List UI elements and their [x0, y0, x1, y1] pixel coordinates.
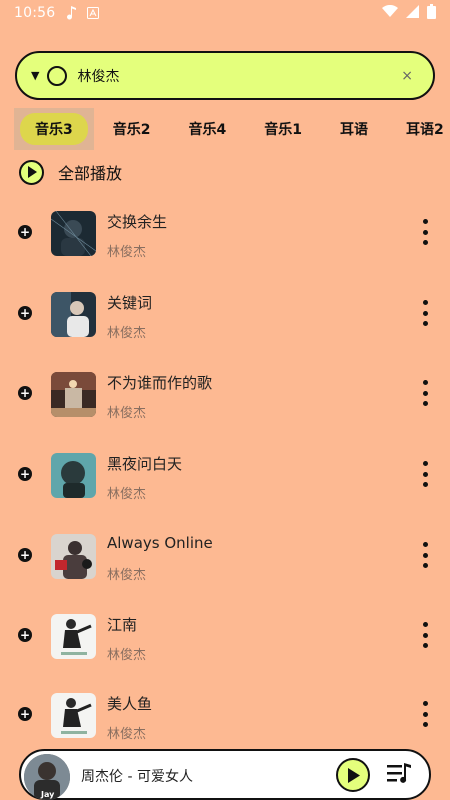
song-title: 美人鱼 — [107, 695, 153, 713]
battery-icon — [427, 3, 436, 23]
song-title: 关键词 — [107, 294, 153, 312]
tab-label: 音乐3 — [20, 113, 88, 145]
album-cover — [51, 292, 96, 337]
wifi-icon — [382, 4, 398, 21]
now-playing-title: 周杰伦 - 可爱女人 — [81, 769, 193, 785]
tab-whisper2[interactable]: 耳语2 — [387, 108, 450, 150]
source-tabs: 音乐3 音乐2 音乐4 音乐1 耳语 耳语2 — [14, 108, 450, 150]
song-title: 黑夜问白天 — [107, 455, 183, 473]
add-icon[interactable]: + — [18, 548, 32, 562]
song-title: 交换余生 — [107, 213, 168, 231]
add-icon[interactable]: + — [18, 386, 32, 400]
signal-icon — [406, 4, 419, 22]
song-artist: 林俊杰 — [107, 568, 147, 583]
tab-music2[interactable]: 音乐2 — [94, 108, 170, 150]
add-icon[interactable]: + — [18, 467, 32, 481]
dropdown-arrow-icon[interactable]: ▼ — [31, 69, 39, 82]
more-options-icon[interactable] — [417, 380, 433, 406]
more-options-icon[interactable] — [417, 219, 433, 245]
play-button[interactable] — [336, 758, 370, 792]
status-bar: 10:56 — [0, 0, 450, 26]
playlist-icon[interactable] — [387, 763, 413, 789]
song-title: 不为谁而作的歌 — [107, 374, 213, 392]
add-icon[interactable]: + — [18, 225, 32, 239]
add-icon[interactable]: + — [18, 628, 32, 642]
song-item[interactable]: + 江南 林俊杰 — [0, 614, 450, 694]
add-icon[interactable]: + — [18, 707, 32, 721]
song-item[interactable]: + 黑夜问白天 林俊杰 — [0, 453, 450, 533]
music-note-icon — [67, 6, 77, 20]
album-cover — [51, 614, 96, 659]
song-artist: 林俊杰 — [107, 326, 147, 341]
song-item[interactable]: + 交换余生 林俊杰 — [0, 211, 450, 291]
app-notification-icon — [87, 7, 100, 19]
song-artist: 林俊杰 — [107, 406, 147, 421]
more-options-icon[interactable] — [417, 542, 433, 568]
status-time: 10:56 — [14, 5, 56, 21]
album-cover — [51, 693, 96, 738]
more-options-icon[interactable] — [417, 622, 433, 648]
play-all-button[interactable]: 全部播放 — [19, 159, 122, 185]
album-cover — [51, 372, 96, 417]
tab-music1[interactable]: 音乐1 — [245, 108, 321, 150]
song-artist: 林俊杰 — [107, 648, 147, 663]
more-options-icon[interactable] — [417, 461, 433, 487]
search-bar[interactable]: ▼ 林俊杰 × — [15, 51, 435, 100]
tab-music3[interactable]: 音乐3 — [14, 108, 94, 150]
song-item[interactable]: + 关键词 林俊杰 — [0, 292, 450, 372]
song-artist: 林俊杰 — [107, 727, 147, 742]
mini-player[interactable]: Jay 周杰伦 - 可爱女人 — [19, 749, 431, 800]
more-options-icon[interactable] — [417, 300, 433, 326]
song-artist: 林俊杰 — [107, 245, 147, 260]
album-cover — [51, 453, 96, 498]
clear-icon[interactable]: × — [401, 68, 413, 84]
tab-whisper[interactable]: 耳语 — [321, 108, 387, 150]
tab-music4[interactable]: 音乐4 — [170, 108, 246, 150]
play-all-label: 全部播放 — [58, 164, 123, 183]
add-icon[interactable]: + — [18, 306, 32, 320]
now-playing-cover: Jay — [24, 754, 70, 800]
search-input[interactable]: 林俊杰 — [77, 66, 401, 86]
song-item[interactable]: + 不为谁而作的歌 林俊杰 — [0, 372, 450, 452]
source-circle-icon — [47, 65, 68, 86]
play-icon — [19, 159, 44, 185]
song-artist: 林俊杰 — [107, 487, 147, 502]
svg-text:Jay: Jay — [40, 790, 55, 799]
song-title: Always Online — [107, 534, 213, 552]
album-cover — [51, 211, 96, 256]
album-cover — [51, 534, 96, 579]
song-title: 江南 — [107, 616, 138, 634]
more-options-icon[interactable] — [417, 701, 433, 727]
song-item[interactable]: + Always Online 林俊杰 — [0, 534, 450, 614]
